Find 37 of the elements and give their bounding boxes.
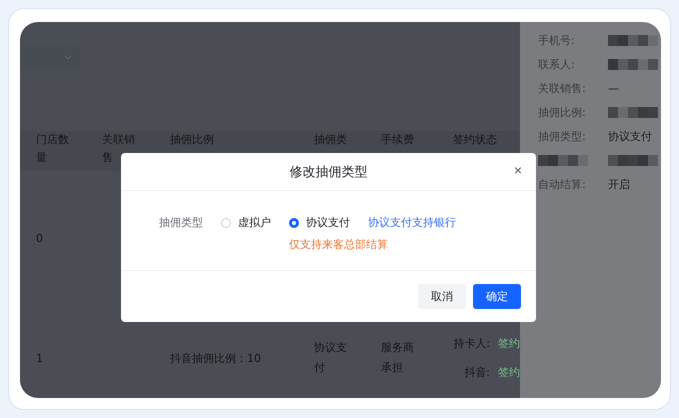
field-label: 联系人: bbox=[538, 56, 576, 72]
status-value: 签约 bbox=[498, 365, 520, 380]
column-header: 抽佣类 bbox=[314, 132, 348, 148]
table-cell: 0 bbox=[36, 232, 43, 244]
column-header: 抽佣比例 bbox=[170, 132, 215, 148]
field-label: 手机号: bbox=[538, 32, 576, 48]
close-button[interactable]: × bbox=[514, 162, 522, 178]
column-header: 签约状态 bbox=[453, 132, 498, 148]
field-label: 自动结算: bbox=[538, 176, 587, 192]
field-label: 关联销售: bbox=[538, 80, 587, 96]
blurred-value bbox=[608, 154, 661, 166]
column-header: 关联销售 bbox=[102, 132, 136, 166]
blurred-value bbox=[608, 58, 661, 70]
bank-link[interactable]: 协议支付支持银行 bbox=[368, 215, 456, 230]
radio-option[interactable]: 协议支付 bbox=[289, 215, 350, 230]
field-value: 开启 bbox=[608, 176, 631, 192]
dialog-title: 修改抽佣类型 bbox=[290, 164, 368, 180]
status-value: 签约 bbox=[498, 336, 520, 351]
table-cell-text: 服务商承担 bbox=[381, 340, 415, 376]
blurred-value bbox=[608, 34, 661, 46]
field-value: — bbox=[608, 82, 620, 94]
confirm-button[interactable]: 确定 bbox=[473, 284, 521, 309]
table-cell-text: 协议支付 bbox=[314, 340, 348, 376]
table-cell: 抖音抽佣比例：10 bbox=[170, 352, 261, 364]
blurred-value bbox=[608, 106, 661, 118]
note-text: 仅支持来客总部结算 bbox=[289, 237, 389, 252]
radio-option[interactable]: 虚拟户 bbox=[221, 215, 271, 230]
status-label: 持卡人: bbox=[453, 336, 490, 351]
table-cell: 1 bbox=[36, 352, 43, 364]
field-label: 抽佣类型 bbox=[159, 215, 203, 230]
field-label: 抽佣比例: bbox=[538, 104, 587, 120]
column-header: 手续费 bbox=[381, 132, 415, 148]
field-value: 协议支付 bbox=[608, 128, 653, 144]
cancel-button[interactable]: 取消 bbox=[418, 284, 466, 309]
column-header: 门店数量 bbox=[36, 132, 70, 166]
field-label: 抽佣类型: bbox=[538, 128, 587, 144]
status-label: 抖音: bbox=[464, 365, 490, 380]
